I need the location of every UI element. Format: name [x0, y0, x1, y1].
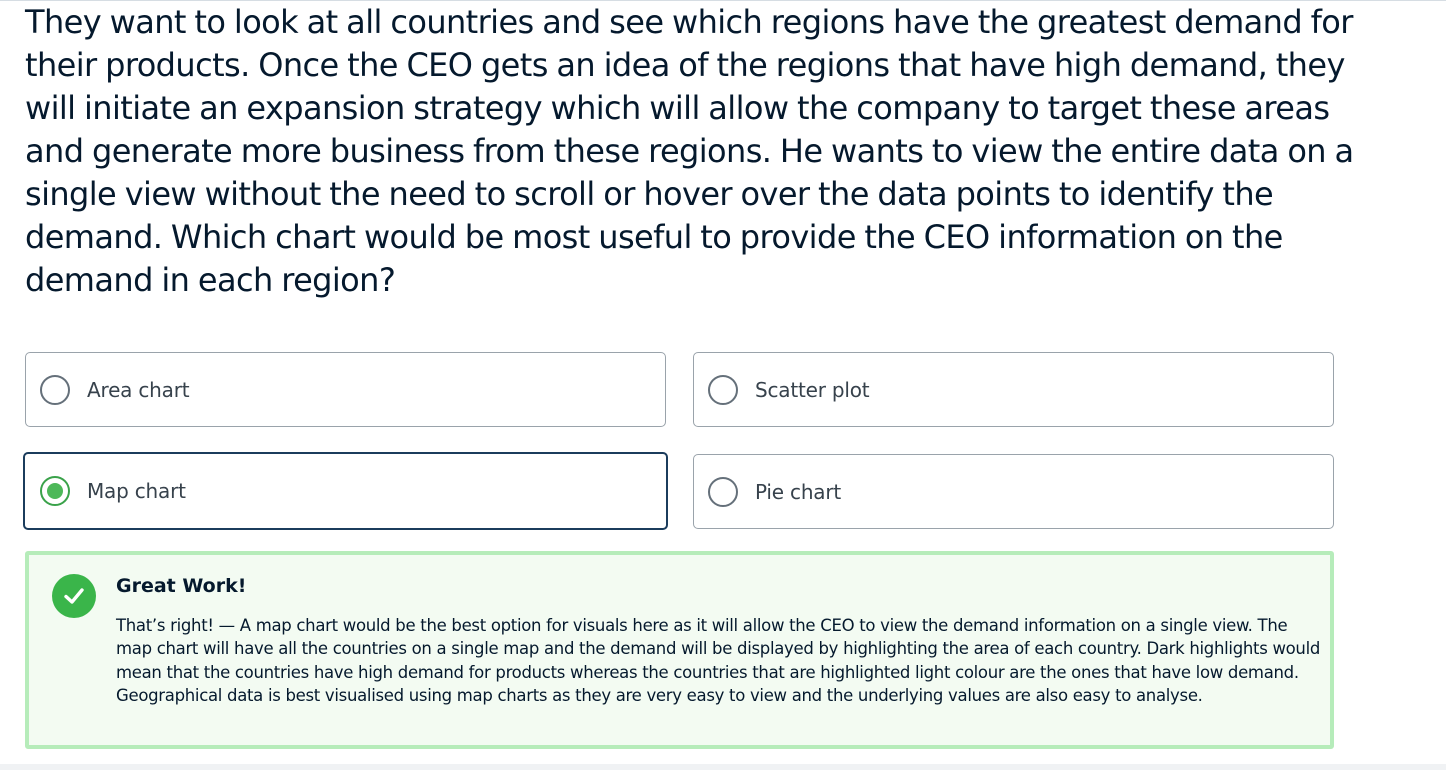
radio-selected-dot: [47, 483, 63, 499]
question-text: They want to look at all countries and s…: [25, 3, 1354, 299]
option-pie-chart[interactable]: Pie chart: [693, 454, 1334, 529]
option-area-chart[interactable]: Area chart: [25, 352, 666, 427]
feedback-panel: Great Work! That’s right! — A map chart …: [25, 551, 1334, 749]
option-label: Scatter plot: [755, 377, 870, 402]
option-map-chart[interactable]: Map chart: [23, 452, 668, 530]
feedback-body: That’s right! — A map chart would be the…: [116, 616, 1321, 705]
option-label: Map chart: [87, 479, 186, 503]
radio-button-selected[interactable]: [40, 476, 70, 506]
radio-button[interactable]: [708, 374, 738, 405]
radio-button[interactable]: [40, 374, 70, 405]
option-label: Area chart: [87, 377, 190, 402]
radio-button[interactable]: [708, 476, 738, 507]
feedback-title: Great Work!: [116, 575, 247, 597]
bottom-scroll-area: [0, 764, 1446, 770]
check-circle-icon: [52, 574, 96, 618]
option-label: Pie chart: [755, 479, 842, 504]
option-scatter-plot[interactable]: Scatter plot: [693, 352, 1334, 427]
